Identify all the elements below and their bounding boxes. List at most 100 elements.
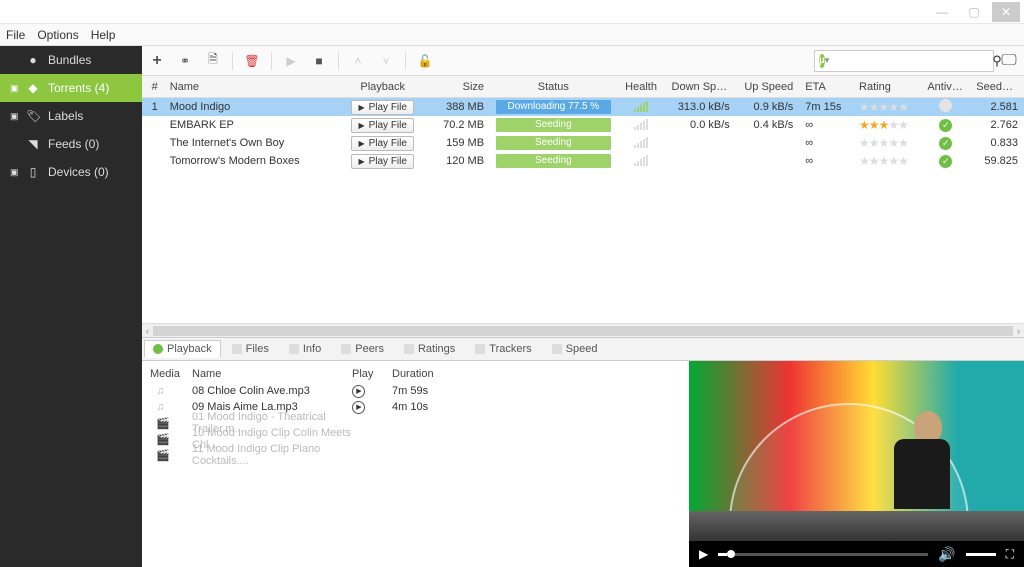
- antivirus-ok-icon: ✓: [939, 155, 952, 168]
- play-file-button[interactable]: ▶Play File: [351, 154, 414, 169]
- remote-button[interactable]: 🖵: [1000, 52, 1018, 70]
- antivirus-na-icon: [939, 99, 952, 112]
- stop-button[interactable]: ■: [310, 52, 328, 70]
- tab-info[interactable]: Info: [280, 340, 330, 358]
- video-frame[interactable]: [689, 361, 1024, 541]
- play-file-button[interactable]: ▶Play File: [351, 136, 414, 151]
- maximize-button[interactable]: ▢: [960, 2, 988, 22]
- sidebar-label: Devices (0): [48, 165, 109, 179]
- fl-col-duration[interactable]: Duration: [392, 368, 462, 380]
- col-seeds[interactable]: Seeds/...: [970, 81, 1024, 93]
- torrent-row[interactable]: EMBARK EP ▶Play File 70.2 MB Seeding 0.0…: [142, 116, 1024, 134]
- label-icon: 🏷: [26, 109, 40, 123]
- col-down[interactable]: Down Speed: [666, 81, 736, 93]
- speed-icon: [552, 344, 562, 354]
- col-status[interactable]: Status: [490, 81, 617, 93]
- fl-col-name[interactable]: Name: [192, 368, 352, 380]
- antivirus-ok-icon: ✓: [939, 137, 952, 150]
- tab-ratings[interactable]: Ratings: [395, 340, 464, 358]
- play-pause-button[interactable]: ▶: [699, 547, 708, 561]
- video-icon: 🎬: [150, 449, 192, 462]
- col-size[interactable]: Size: [422, 81, 490, 93]
- menu-file[interactable]: File: [6, 28, 25, 42]
- expand-icon[interactable]: ▣: [10, 83, 18, 94]
- health-icon: [634, 154, 648, 166]
- torrent-row[interactable]: 1 Mood Indigo ▶Play File 388 MB Download…: [142, 98, 1024, 116]
- sidebar-item-feeds[interactable]: ◥ Feeds (0): [0, 130, 142, 158]
- torrent-row[interactable]: Tomorrow's Modern Boxes ▶Play File 120 M…: [142, 152, 1024, 170]
- sidebar-item-bundles[interactable]: ● Bundles: [0, 46, 142, 74]
- sidebar-item-devices[interactable]: ▣ ▯ Devices (0): [0, 158, 142, 186]
- tab-speed[interactable]: Speed: [543, 340, 607, 358]
- trackers-icon: [475, 344, 485, 354]
- antivirus-ok-icon: ✓: [939, 119, 952, 132]
- play-file-button[interactable]: ▶Play File: [351, 100, 414, 115]
- toolbar: + ⚭ 🗎 🗑 ▶ ■ ˄ ˅ 🔓 µ ▾ ⚲ 🖵: [142, 46, 1024, 76]
- add-torrent-button[interactable]: +: [148, 52, 166, 70]
- play-icon[interactable]: ▶: [352, 385, 365, 398]
- minimize-button[interactable]: —: [928, 2, 956, 22]
- add-url-button[interactable]: ⚭: [176, 52, 194, 70]
- files-icon: [232, 344, 242, 354]
- sidebar-item-labels[interactable]: ▣ 🏷 Labels: [0, 102, 142, 130]
- play-icon[interactable]: ▶: [352, 401, 365, 414]
- player-controls: ▶ 🔊 ⛶: [689, 541, 1024, 567]
- device-icon: ▯: [26, 165, 40, 179]
- sidebar-item-torrents[interactable]: ▣◆ Torrents (4): [0, 74, 142, 102]
- seek-bar[interactable]: [718, 553, 928, 556]
- health-icon: [634, 100, 648, 112]
- unlock-button[interactable]: 🔓: [416, 52, 434, 70]
- fl-col-media[interactable]: Media: [150, 368, 192, 380]
- col-playback[interactable]: Playback: [344, 81, 422, 93]
- detail-tabs: Playback Files Info Peers Ratings Tracke…: [142, 337, 1024, 361]
- col-eta[interactable]: ETA: [799, 81, 853, 93]
- play-file-button[interactable]: ▶Play File: [351, 118, 414, 133]
- sidebar-label: Torrents (4): [48, 81, 109, 95]
- search-input[interactable]: [829, 54, 992, 68]
- tab-files[interactable]: Files: [223, 340, 278, 358]
- remove-button[interactable]: 🗑: [243, 52, 261, 70]
- col-rating[interactable]: Rating: [853, 81, 921, 93]
- info-icon: [289, 344, 299, 354]
- window-chrome: — ▢ ✕: [0, 0, 1024, 24]
- expand-icon[interactable]: ▣: [10, 111, 18, 122]
- sidebar: ● Bundles ▣◆ Torrents (4) ▣ 🏷 Labels ◥ Fe…: [0, 46, 142, 567]
- video-icon: 🎬: [150, 433, 192, 446]
- ratings-icon: [404, 344, 414, 354]
- col-num[interactable]: #: [142, 81, 164, 93]
- tab-trackers[interactable]: Trackers: [466, 340, 540, 358]
- file-list: Media Name Play Duration ♫ 08 Chloe Coli…: [142, 361, 689, 567]
- search-box[interactable]: µ ▾ ⚲: [814, 50, 994, 72]
- close-button[interactable]: ✕: [992, 2, 1020, 22]
- tab-playback[interactable]: Playback: [144, 340, 221, 358]
- volume-slider[interactable]: [966, 553, 996, 556]
- video-icon: 🎬: [150, 417, 192, 430]
- playback-icon: [153, 344, 163, 354]
- sidebar-label: Labels: [48, 109, 83, 123]
- video-player: ▶ 🔊 ⛶: [689, 361, 1024, 567]
- menu-help[interactable]: Help: [91, 28, 116, 42]
- volume-button[interactable]: 🔊: [938, 546, 955, 563]
- peers-icon: [341, 344, 351, 354]
- expand-icon[interactable]: ▣: [10, 167, 18, 178]
- file-row[interactable]: ♫ 08 Chloe Colin Ave.mp3 ▶ 7m 59s: [150, 383, 681, 399]
- fullscreen-button[interactable]: ⛶: [1006, 547, 1014, 562]
- col-up[interactable]: Up Speed: [736, 81, 799, 93]
- tab-peers[interactable]: Peers: [332, 340, 393, 358]
- col-antivirus[interactable]: Antivirus: [921, 81, 970, 93]
- move-up-button[interactable]: ˄: [349, 52, 367, 70]
- health-icon: [634, 118, 648, 130]
- fl-col-play[interactable]: Play: [352, 368, 392, 380]
- start-button[interactable]: ▶: [282, 52, 300, 70]
- torrent-row[interactable]: The Internet's Own Boy ▶Play File 159 MB…: [142, 134, 1024, 152]
- menu-options[interactable]: Options: [37, 28, 78, 42]
- col-name[interactable]: Name: [164, 81, 344, 93]
- torrent-grid-header: # Name Playback Size Status Health Down …: [142, 76, 1024, 98]
- file-row[interactable]: 🎬 11 Mood Indigo Clip Piano Cocktails...…: [150, 447, 681, 463]
- sidebar-label: Bundles: [48, 53, 91, 67]
- move-down-button[interactable]: ˅: [377, 52, 395, 70]
- create-torrent-button[interactable]: 🗎: [204, 52, 222, 70]
- rss-icon: ◥: [26, 137, 40, 151]
- horizontal-scrollbar[interactable]: ‹›: [142, 323, 1024, 337]
- col-health[interactable]: Health: [617, 81, 666, 93]
